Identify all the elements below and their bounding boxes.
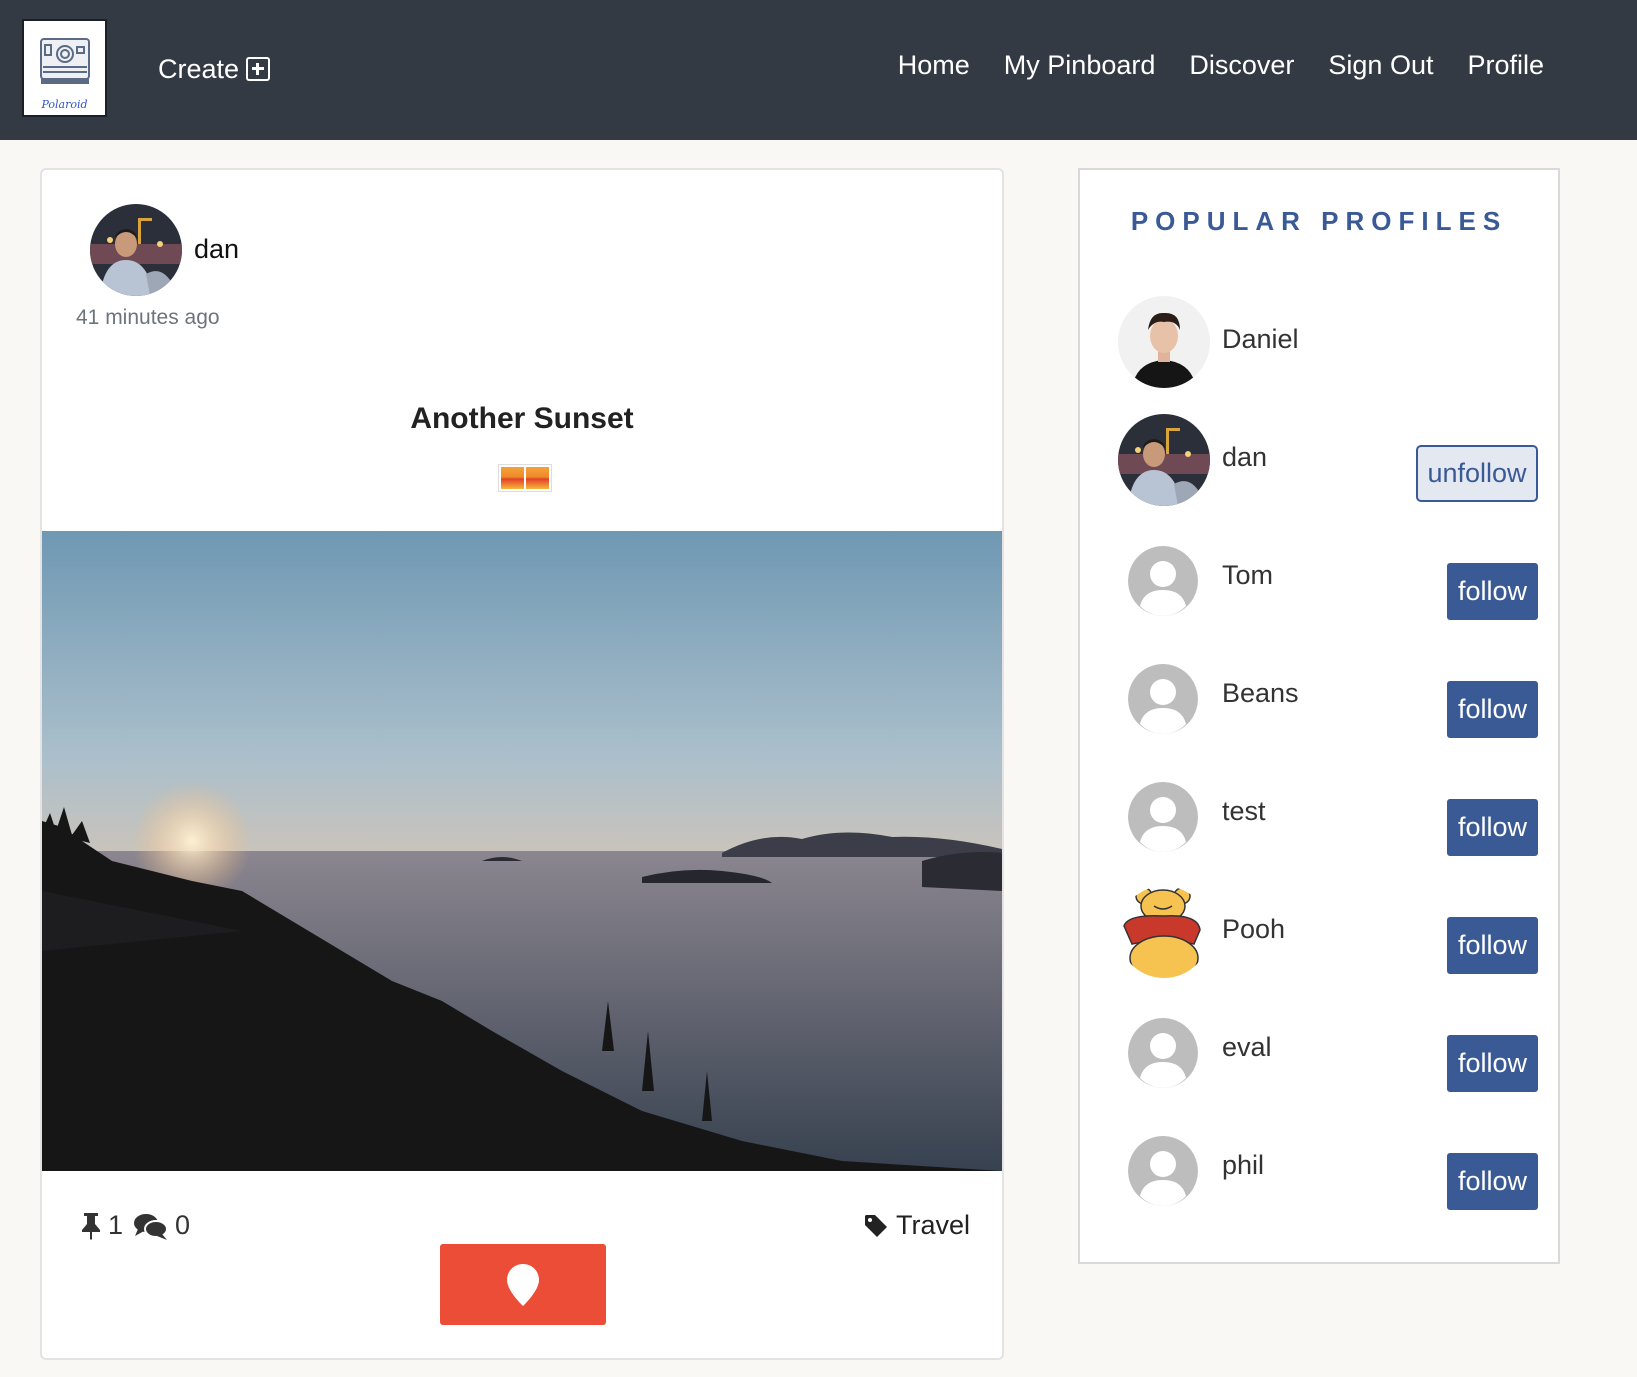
default-avatar-icon[interactable] <box>1128 546 1198 616</box>
tag-label: Travel <box>895 1210 970 1240</box>
follow-button[interactable]: follow <box>1446 1035 1538 1092</box>
profile-name[interactable]: phil <box>1222 1150 1264 1181</box>
profile-row-dan: dan unfollow <box>1118 414 1538 506</box>
comments-icon <box>134 1213 169 1240</box>
pushpin-icon <box>82 1212 100 1240</box>
pin-count: 1 <box>108 1210 124 1240</box>
post-image[interactable] <box>42 531 1002 1171</box>
plus-square-icon <box>246 57 271 81</box>
avatar[interactable] <box>1118 886 1210 978</box>
profile-row-phil: phil follow <box>1118 1122 1538 1214</box>
profile-row-tom: Tom follow <box>1118 532 1538 624</box>
map-marker-icon <box>507 1263 539 1306</box>
default-avatar-icon[interactable] <box>1128 664 1198 734</box>
follow-button[interactable]: follow <box>1446 563 1538 620</box>
navbar: Polaroid Create Home My Pinboard Discove… <box>0 0 1637 140</box>
comment-count: 0 <box>175 1210 191 1240</box>
post-author-avatar[interactable] <box>90 204 182 296</box>
nav-my-pinboard[interactable]: My Pinboard <box>1004 50 1156 81</box>
follow-button[interactable]: follow <box>1446 799 1538 856</box>
post-timestamp: 41 minutes ago <box>76 306 220 329</box>
profile-name[interactable]: Beans <box>1222 678 1299 709</box>
create-label: Create <box>158 53 240 84</box>
post-username[interactable]: dan <box>194 234 239 265</box>
profile-row-test: test follow <box>1118 768 1538 860</box>
post-tag[interactable]: Travel <box>864 1210 970 1241</box>
post-stats: 1 0 <box>80 1210 190 1241</box>
profile-row-eval: eval follow <box>1118 1004 1538 1096</box>
profile-name[interactable]: test <box>1222 796 1266 827</box>
post-card: dan 41 minutes ago Another Sunset 1 0 Tr… <box>40 168 1004 1360</box>
profile-name[interactable]: Pooh <box>1222 914 1285 945</box>
follow-button[interactable]: follow <box>1446 1153 1538 1210</box>
profile-row-daniel: Daniel <box>1118 296 1538 388</box>
nav-discover[interactable]: Discover <box>1189 50 1294 81</box>
polaroid-logo[interactable]: Polaroid <box>22 19 107 117</box>
profile-name[interactable]: Tom <box>1222 560 1273 591</box>
popular-profiles-title: POPULAR PROFILES <box>1130 206 1508 236</box>
tag-icon <box>864 1214 887 1237</box>
profile-row-beans: Beans follow <box>1118 650 1538 742</box>
unfollow-button[interactable]: unfollow <box>1416 445 1538 502</box>
nav-sign-out[interactable]: Sign Out <box>1328 50 1433 81</box>
nav-home[interactable]: Home <box>898 50 970 81</box>
sunset-emoji <box>498 464 552 492</box>
nav-links: Home My Pinboard Discover Sign Out Profi… <box>898 50 1544 81</box>
logo-text: Polaroid <box>41 98 88 111</box>
profile-row-pooh: Pooh follow <box>1118 886 1538 978</box>
follow-button[interactable]: follow <box>1446 917 1538 974</box>
profile-name[interactable]: Daniel <box>1222 324 1299 355</box>
follow-button[interactable]: follow <box>1446 681 1538 738</box>
avatar[interactable] <box>1118 414 1210 506</box>
pin-button[interactable] <box>440 1244 606 1325</box>
post-title: Another Sunset <box>410 402 634 435</box>
profile-name[interactable]: dan <box>1222 442 1267 473</box>
nav-profile[interactable]: Profile <box>1467 50 1544 81</box>
popular-profiles-panel: POPULAR PROFILES Daniel dan unfollow Tom… <box>1078 168 1560 1264</box>
avatar[interactable] <box>1118 296 1210 388</box>
default-avatar-icon[interactable] <box>1128 782 1198 852</box>
default-avatar-icon[interactable] <box>1128 1136 1198 1206</box>
profile-name[interactable]: eval <box>1222 1032 1272 1063</box>
create-link[interactable]: Create <box>158 50 271 88</box>
default-avatar-icon[interactable] <box>1128 1018 1198 1088</box>
